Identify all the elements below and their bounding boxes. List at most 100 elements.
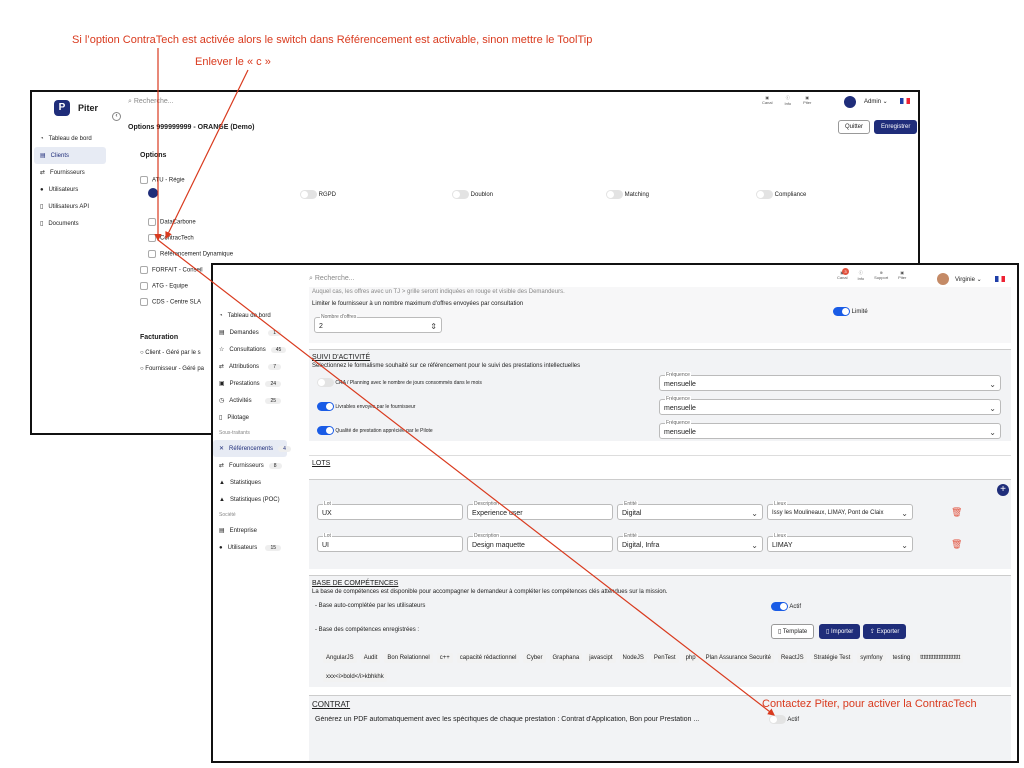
sidebar-item-activites[interactable]: ◷ Activités 25 xyxy=(213,392,287,409)
tag[interactable]: capacité rédactionnel xyxy=(456,653,520,663)
sidebar-item-attributions[interactable]: ⇄ Attributions 7 xyxy=(213,358,287,375)
auto-toggle[interactable]: Actif xyxy=(771,602,801,611)
suivi-row-qualite[interactable]: Qualité de prestation appréciée par le P… xyxy=(317,426,433,435)
sidebar-item-pilotage[interactable]: ▯ Pilotage xyxy=(213,409,287,426)
atu-option[interactable]: ATU - Régie xyxy=(140,176,185,184)
user-name[interactable]: Admin ⌄ xyxy=(864,98,888,105)
tag[interactable]: AngularJS xyxy=(323,653,357,663)
description-field[interactable]: Description Experience user xyxy=(467,501,613,520)
sidebar-item-utilisateurs[interactable]: ● Utilisateurs xyxy=(34,181,106,198)
radio-client[interactable]: ○ Client - Géré par le s xyxy=(140,350,201,356)
entite-select[interactable]: Entité Digital ⌄ xyxy=(617,501,763,520)
tag[interactable]: symfony xyxy=(857,653,886,663)
sidebar-item-api-users[interactable]: ▯ Utilisateurs API xyxy=(34,198,106,215)
sidebar-item-consultations[interactable]: ☆ Consultations 45 xyxy=(213,341,287,358)
group-sous-traitants: Sous-traitants xyxy=(219,430,250,436)
stepper-icon[interactable]: ⇕ xyxy=(430,322,437,331)
lot-field[interactable]: Lot UX xyxy=(317,501,463,520)
sidebar-item-entreprise[interactable]: ▤ Entreprise xyxy=(213,522,287,539)
radio-fournisseur[interactable]: ○ Fournisseur - Géré pa xyxy=(140,366,204,372)
document-icon: ▯ xyxy=(40,204,44,210)
flag-fr-icon[interactable] xyxy=(900,98,910,104)
limit-toggle[interactable]: Limité xyxy=(833,307,868,316)
check-contractech[interactable]: ContracTech xyxy=(148,234,194,242)
suivi-subtitle: Sélectionnez le formalisme souhaité sur … xyxy=(312,363,581,369)
contrat-toggle[interactable]: Actif xyxy=(769,715,799,724)
sidebar-item-dashboard[interactable]: ◔ Tableau de bord xyxy=(213,307,287,324)
tag[interactable]: c++ xyxy=(436,653,453,663)
add-lot-icon[interactable]: + xyxy=(997,484,1009,496)
entite-select[interactable]: Entité Digital, Infra ⌄ xyxy=(617,533,763,552)
sidebar-item-fournisseurs[interactable]: ⇄ Fournisseurs xyxy=(34,164,106,181)
tag[interactable]: javascipt xyxy=(586,653,616,663)
sidebar-item-statistiques[interactable]: ▲ Statistiques xyxy=(213,474,287,491)
delete-lot-icon[interactable]: 🗑 xyxy=(951,507,962,518)
freq-select-livrables[interactable]: Fréquence mensuelle ⌄ xyxy=(659,396,1001,415)
check-referencement-dynamique[interactable]: Référencement Dynamique xyxy=(148,250,233,258)
sidebar-item-clients[interactable]: ▤ Clients xyxy=(34,147,106,164)
tag[interactable]: xxx<i>bold</i>kbhkhk xyxy=(323,672,387,682)
chevron-down-icon: ⌄ xyxy=(989,380,996,389)
lieux-select[interactable]: Lieux LIMAY ⌄ xyxy=(767,533,913,552)
tag[interactable]: PenTest xyxy=(650,653,679,663)
save-button[interactable]: Enregistrer xyxy=(874,120,918,134)
sidebar-item-demandes[interactable]: ▤ Demandes 1 xyxy=(213,324,287,341)
handshake-icon: ⇄ xyxy=(219,364,225,370)
sidebar-item-statistiques-poc[interactable]: ▲ Statistiques (POC) xyxy=(213,491,287,508)
piter-icon[interactable]: ▣ Piter xyxy=(803,95,811,106)
info-icon[interactable]: ⓘ Info xyxy=(857,270,864,281)
check-forfait[interactable]: FORFAIT - Conseil xyxy=(140,266,203,274)
admin-avatar[interactable] xyxy=(844,96,856,108)
tag[interactable]: Plan Assurance Securité xyxy=(702,653,774,663)
check-atg[interactable]: ATG - Equipe xyxy=(140,282,188,290)
flag-fr-icon[interactable] xyxy=(995,276,1005,282)
chart-icon: ▲ xyxy=(219,479,225,486)
sidebar-item-prestations[interactable]: ▣ Prestations 24 xyxy=(213,375,287,392)
sidebar-item-dashboard[interactable]: ◔ Tableau de bord xyxy=(34,130,106,147)
sidebar-item-documents[interactable]: ▯ Documents xyxy=(34,215,106,232)
lot-field[interactable]: Lot UI xyxy=(317,533,463,552)
description-field[interactable]: Description Design maquette xyxy=(467,533,613,552)
handshake-icon: ⇄ xyxy=(40,170,46,176)
freq-select-cra[interactable]: Fréquence mensuelle ⌄ xyxy=(659,372,1001,391)
search-input[interactable]: ⌕ Recherche... xyxy=(309,275,355,283)
check-cds[interactable]: CDS - Centre SLA xyxy=(140,298,201,306)
tag[interactable]: Bon Relationnel xyxy=(384,653,433,663)
canal-icon[interactable]: ▣3Canal xyxy=(837,268,849,281)
toggle-compliance[interactable]: Compliance xyxy=(756,190,806,199)
offers-number-field[interactable]: Nombre d'offres 2 ⇕ xyxy=(314,314,442,333)
freq-select-qualite[interactable]: Fréquence mensuelle ⌄ xyxy=(659,420,1001,439)
template-button[interactable]: ▯ Template xyxy=(771,624,815,639)
sidebar-item-fournisseurs[interactable]: ⇄ Fournisseurs 8 xyxy=(213,457,287,474)
tag[interactable]: Cyber xyxy=(523,653,546,663)
tag[interactable]: php xyxy=(682,653,699,663)
toggle-matching[interactable]: Matching xyxy=(606,190,649,199)
tag[interactable]: Graphana xyxy=(549,653,583,663)
support-icon[interactable]: ⊕ Support xyxy=(874,270,888,281)
info-icon[interactable]: ⓘ Info xyxy=(784,95,791,106)
sidebar-item-utilisateurs[interactable]: ● Utilisateurs 15 xyxy=(213,539,287,556)
user-avatar[interactable] xyxy=(937,273,949,285)
quit-button[interactable]: Quitter xyxy=(838,120,871,134)
toggle-rgpd[interactable]: RGPD xyxy=(300,190,336,199)
tag[interactable]: NodeJS xyxy=(619,653,647,663)
sidebar-item-referencements[interactable]: ✕ Référencements 4 xyxy=(213,440,291,457)
toggle-doublon[interactable]: Doublon xyxy=(452,190,493,199)
tag[interactable]: testing xyxy=(889,653,914,663)
tag[interactable]: Stratégie Test xyxy=(810,653,854,663)
import-button[interactable]: ▯ Importer xyxy=(819,624,861,639)
suivi-row-livrables[interactable]: Livrables envoyés par le fournisseur xyxy=(317,402,415,411)
tag[interactable]: Audit xyxy=(360,653,381,663)
tag[interactable]: ReactJS xyxy=(777,653,807,663)
lieux-select[interactable]: Lieux Issy les Moulineaux, LIMAY, Pont de… xyxy=(767,501,913,520)
canal-icon[interactable]: ▣ Canal xyxy=(762,95,772,106)
check-datacarbone[interactable]: DataCarbone xyxy=(148,218,196,226)
delete-lot-icon[interactable]: 🗑 xyxy=(951,539,962,550)
export-button[interactable]: ⇪ Exporter xyxy=(863,624,907,639)
piter-icon[interactable]: ▣ Piter xyxy=(898,270,906,281)
search-input[interactable]: ⌕ Recherche... xyxy=(128,98,174,106)
user-name[interactable]: Virginie ⌄ xyxy=(955,276,982,283)
suivi-row-cra[interactable]: CRA / Planning avec le nombre de jours c… xyxy=(317,378,482,387)
tag[interactable]: tttttttttttttttttttttttt xyxy=(917,653,964,663)
collapse-icon[interactable]: ‹ xyxy=(112,112,121,121)
